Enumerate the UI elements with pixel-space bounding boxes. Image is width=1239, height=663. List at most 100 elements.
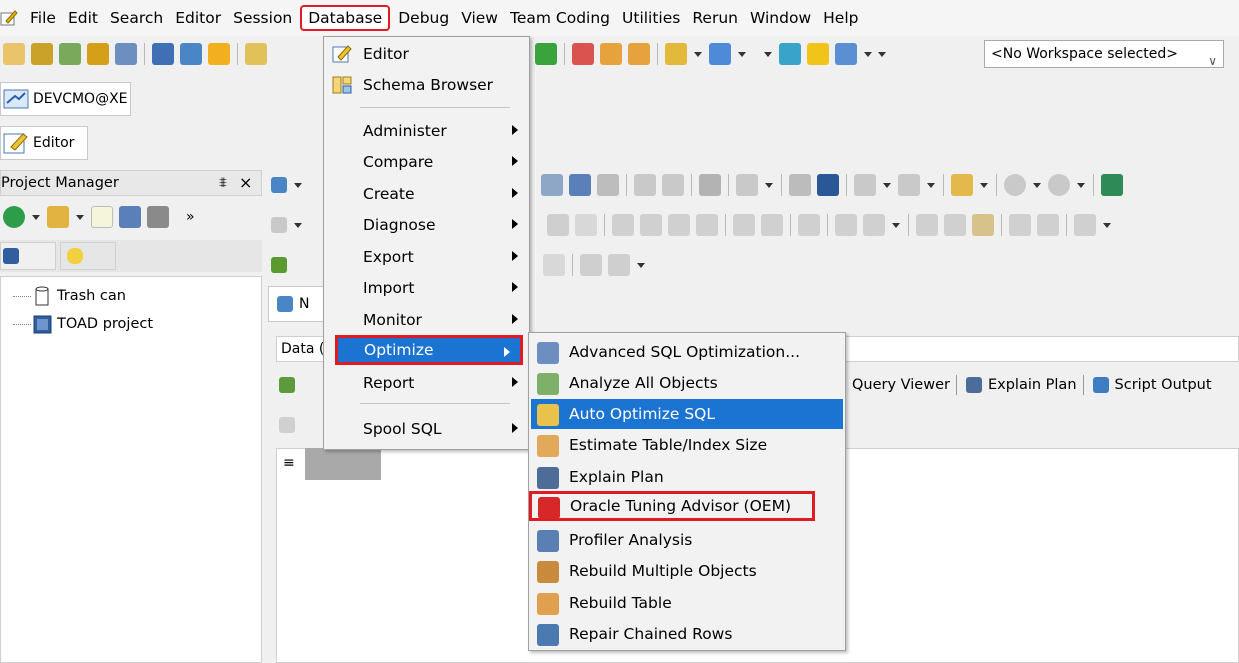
bookmark-icon[interactable] (951, 174, 973, 196)
step-out-icon[interactable] (668, 214, 690, 236)
filter-icon[interactable] (1009, 214, 1031, 236)
sphere-icon[interactable] (779, 43, 801, 65)
navigator-icon[interactable] (59, 43, 81, 65)
tree-item-toad-project[interactable]: TOAD project (13, 311, 153, 337)
bell-icon[interactable] (807, 43, 829, 65)
menu-item-oracle-tuning-advisor[interactable]: Oracle Tuning Advisor (OEM) (529, 491, 815, 521)
debug-icon[interactable] (798, 214, 820, 236)
menu-item-import[interactable]: Import (326, 273, 528, 303)
breakpoint-icon[interactable] (733, 214, 755, 236)
save-icon[interactable] (541, 174, 563, 196)
menu-database[interactable]: Database (300, 5, 391, 31)
menu-item-analyze-all-objects[interactable]: Analyze All Objects (531, 368, 843, 398)
menu-rerun[interactable]: Rerun (686, 5, 744, 31)
doc-icon[interactable] (543, 254, 565, 276)
tab-explain-plan[interactable]: Explain Plan (957, 377, 1083, 393)
copy-icon[interactable] (597, 174, 619, 196)
menu-item-rebuild-multiple-objects[interactable]: Rebuild Multiple Objects (531, 556, 843, 586)
trace-icon[interactable] (835, 214, 857, 236)
run-to-cursor-icon[interactable] (696, 214, 718, 236)
tools-icon[interactable] (665, 43, 687, 65)
save-as-icon[interactable] (569, 174, 591, 196)
help-box-icon[interactable] (628, 43, 650, 65)
menu-item-rebuild-table[interactable]: Rebuild Table (531, 588, 843, 618)
menu-item-monitor[interactable]: Monitor (326, 305, 528, 335)
menu-search[interactable]: Search (104, 5, 169, 31)
back-icon[interactable] (1004, 174, 1026, 196)
compare-icon[interactable] (916, 214, 938, 236)
menu-view[interactable]: View (455, 5, 504, 31)
menu-item-profiler-analysis[interactable]: Profiler Analysis (531, 525, 843, 555)
pin-icon[interactable]: ⩨ (219, 171, 227, 195)
menu-item-create[interactable]: Create (326, 179, 528, 209)
tab-query-viewer[interactable]: Query Viewer (846, 377, 956, 393)
panel-icon[interactable] (152, 43, 174, 65)
link-icon[interactable] (580, 254, 602, 276)
grid-icon[interactable] (854, 174, 876, 196)
grid-data-icon[interactable] (279, 377, 295, 393)
menu-item-auto-optimize-sql[interactable]: Auto Optimize SQL (531, 399, 843, 429)
tree-item-trash-can[interactable]: Trash can (13, 283, 126, 309)
menu-team-coding[interactable]: Team Coding (504, 5, 616, 31)
run-script-icon[interactable] (271, 217, 287, 233)
trace2-icon[interactable] (863, 214, 885, 236)
watch-icon[interactable] (761, 214, 783, 236)
editor-window-tab[interactable]: Editor (0, 126, 88, 160)
find-icon[interactable] (245, 43, 267, 65)
sql-document-tab[interactable]: N (268, 286, 328, 322)
clipboard-icon[interactable] (972, 214, 994, 236)
execute-icon[interactable] (547, 214, 569, 236)
step-over-icon[interactable] (640, 214, 662, 236)
workspace-select[interactable]: <No Workspace selected> ∨ (984, 40, 1224, 68)
sql-run-icon[interactable] (1101, 174, 1123, 196)
format-icon[interactable] (634, 174, 656, 196)
open-folder-icon[interactable] (47, 206, 69, 228)
menu-item-export[interactable]: Export (326, 242, 528, 272)
print-icon[interactable] (147, 206, 169, 228)
tuning-icon[interactable] (817, 174, 839, 196)
grid2-icon[interactable] (898, 174, 920, 196)
connection-button[interactable]: DEVCMO@XE (0, 82, 131, 116)
sort-icon[interactable] (662, 174, 684, 196)
step-icon[interactable] (612, 214, 634, 236)
menu-editor[interactable]: Editor (169, 5, 227, 31)
new-file-icon[interactable] (91, 206, 113, 228)
menu-item-administer[interactable]: Administer (326, 116, 528, 146)
print-icon[interactable] (699, 174, 721, 196)
lightning-icon[interactable] (208, 43, 230, 65)
upload-icon[interactable] (600, 43, 622, 65)
filter2-icon[interactable] (1037, 214, 1059, 236)
window-icon[interactable] (115, 43, 137, 65)
menu-item-advanced-sql-optimization[interactable]: Advanced SQL Optimization... (531, 337, 843, 367)
globe-icon[interactable] (835, 43, 857, 65)
grid-action-icon[interactable] (279, 417, 295, 433)
download-icon[interactable] (572, 43, 594, 65)
new-editor-icon[interactable] (3, 43, 25, 65)
overflow-icon[interactable]: » (186, 209, 195, 225)
chart-icon[interactable] (789, 174, 811, 196)
menu-debug[interactable]: Debug (392, 5, 455, 31)
menu-item-compare[interactable]: Compare (326, 147, 528, 177)
compile-icon[interactable] (736, 174, 758, 196)
menu-item-report[interactable]: Report (326, 368, 528, 398)
menu-item-schema-browser[interactable]: Schema Browser (326, 70, 528, 100)
menu-item-spool-sql[interactable]: Spool SQL (326, 414, 528, 444)
menu-item-optimize[interactable]: Optimize (335, 335, 523, 365)
menu-item-diagnose[interactable]: Diagnose (326, 210, 528, 240)
connection-small-icon[interactable] (271, 177, 287, 193)
close-icon[interactable]: × (239, 171, 252, 195)
menu-item-explain-plan[interactable]: Explain Plan (531, 462, 843, 492)
menu-help[interactable]: Help (817, 5, 864, 31)
tab-projects[interactable] (0, 242, 56, 270)
menu-window[interactable]: Window (744, 5, 817, 31)
variables-icon[interactable] (575, 214, 597, 236)
tab-script-output[interactable]: Script Output (1084, 377, 1218, 393)
monitor-icon[interactable] (180, 43, 202, 65)
menu-item-editor[interactable]: Editor (326, 39, 528, 69)
menu-item-estimate-size[interactable]: Estimate Table/Index Size (531, 430, 843, 460)
disconnect-icon[interactable] (709, 43, 731, 65)
menu-item-repair-chained-rows[interactable]: Repair Chained Rows (531, 619, 843, 649)
binoculars-icon[interactable] (1074, 214, 1096, 236)
menu-session[interactable]: Session (227, 5, 298, 31)
edit-icon[interactable] (119, 206, 141, 228)
